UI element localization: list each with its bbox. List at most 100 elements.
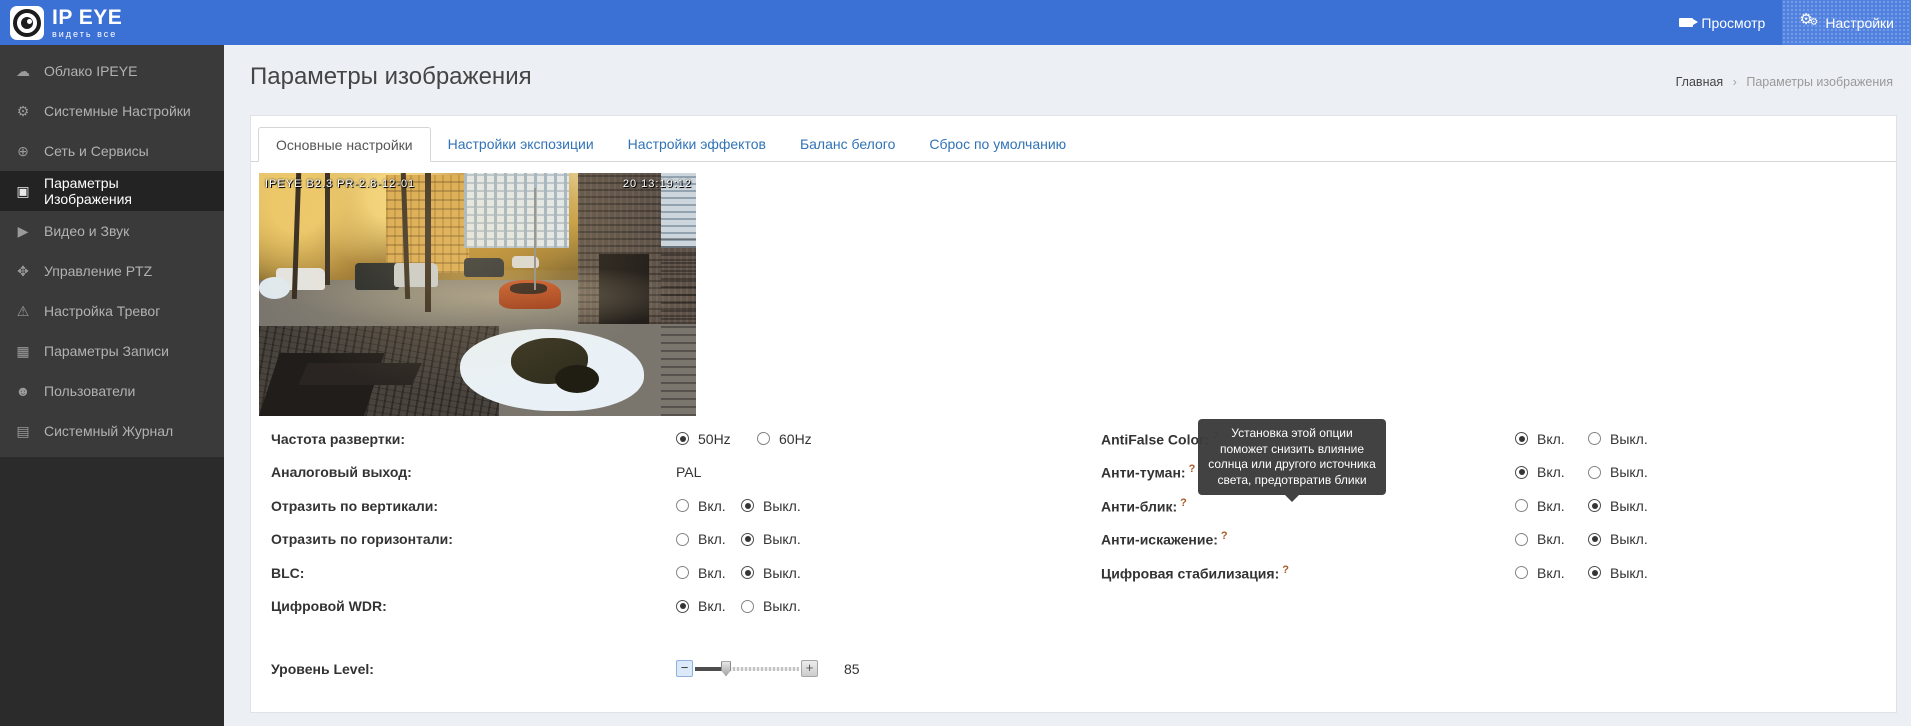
flip-vertical-option-0[interactable]: Вкл. — [676, 498, 741, 514]
row-label-text: Анти-блик: — [1101, 499, 1177, 515]
blc-radio-on[interactable] — [676, 566, 689, 579]
anti-distortion-radio-off[interactable] — [1588, 533, 1601, 546]
digital-wdr-radio-on[interactable] — [676, 600, 689, 613]
tab-main[interactable]: Основные настройки — [258, 127, 431, 162]
row-label-text: Частота развертки: — [271, 431, 405, 447]
flip-horizontal-option-0[interactable]: Вкл. — [676, 531, 741, 547]
tab-effects[interactable]: Настройки эффектов — [611, 127, 783, 162]
radio-option-label: 50Hz — [698, 431, 731, 447]
tab-white-balance[interactable]: Баланс белого — [783, 127, 912, 162]
sidebar-item-image-params[interactable]: ▣Параметры Изображения — [0, 171, 224, 211]
digital-stabilization-option-1[interactable]: Выкл. — [1588, 565, 1661, 581]
digital-wdr-option-1[interactable]: Выкл. — [741, 598, 806, 614]
help-question-mark[interactable]: ? — [1180, 497, 1187, 509]
row-scan-frequency: Частота развертки: 50Hz 60Hz — [271, 422, 860, 456]
blc-option-1[interactable]: Выкл. — [741, 565, 806, 581]
header-nav: Просмотр ⚙⚙Настройки — [1662, 0, 1911, 45]
antifalse-color-option-1[interactable]: Выкл. — [1588, 431, 1661, 447]
breadcrumb: Главная › Параметры изображения — [1676, 75, 1893, 89]
row-anti-distortion: Анти-искажение:?Вкл.Выкл. — [1101, 523, 1661, 557]
sidebar-item-cloud[interactable]: ☁Облако IPEYE — [0, 51, 224, 91]
row-label-flip-horizontal: Отразить по горизонтали: — [271, 531, 676, 547]
blc-radio-off[interactable] — [741, 566, 754, 579]
radio-option-label: Выкл. — [1610, 565, 1648, 581]
antifalse-color-radio-off[interactable] — [1588, 432, 1601, 445]
anti-distortion-option-1[interactable]: Выкл. — [1588, 531, 1661, 547]
sidebar-item-label: Сеть и Сервисы — [44, 143, 149, 159]
header-nav-view[interactable]: Просмотр — [1662, 0, 1782, 45]
flip-horizontal-option-1[interactable]: Выкл. — [741, 531, 806, 547]
sidebar-item-label: Системный Журнал — [44, 423, 173, 439]
row-level: Уровень Level:−+85 — [271, 652, 860, 686]
record-icon: ▦ — [14, 343, 32, 360]
tab-reset-defaults[interactable]: Сброс по умолчанию — [912, 127, 1083, 162]
radio-option-label: Выкл. — [763, 598, 801, 614]
sidebar-item-users[interactable]: ☻Пользователи — [0, 371, 224, 411]
anti-distortion-radio-on[interactable] — [1515, 533, 1528, 546]
sidebar-item-syslog[interactable]: ▤Системный Журнал — [0, 411, 224, 451]
anti-fog-radio-on[interactable] — [1515, 466, 1528, 479]
antifalse-color-radio-on[interactable] — [1515, 432, 1528, 445]
digital-stabilization-radio-on[interactable] — [1515, 566, 1528, 579]
row-flip-horizontal: Отразить по горизонтали:Вкл.Выкл. — [271, 523, 860, 557]
ptz-move-icon: ✥ — [14, 263, 32, 280]
radio-option-label: Вкл. — [698, 565, 726, 581]
scan-frequency-radio-on[interactable] — [676, 432, 689, 445]
flip-vertical-radio-on[interactable] — [676, 499, 689, 512]
row-label-text: Анти-туман: — [1101, 465, 1186, 481]
row-digital-stabilization: Цифровая стабилизация:? Вкл. Выкл. — [1101, 556, 1661, 590]
radio-option-label: Вкл. — [1537, 498, 1565, 514]
level-slider-track[interactable] — [695, 660, 799, 677]
preview-overlay-title: IPEYE B2.3 PR-2.8-12-01 — [265, 178, 415, 190]
sidebar-menu: ☁Облако IPEYE⚙Системные Настройки⊕Сеть и… — [0, 45, 224, 457]
blc-option-0[interactable]: Вкл. — [676, 565, 741, 581]
digital-wdr-radio-off[interactable] — [741, 600, 754, 613]
sidebar-item-network-services[interactable]: ⊕Сеть и Сервисы — [0, 131, 224, 171]
anti-glare-option-1[interactable]: Выкл. — [1588, 498, 1661, 514]
row-label-digital-wdr: Цифровой WDR: — [271, 598, 676, 614]
gears-icon: ⚙ — [14, 103, 32, 120]
anti-fog-option-0[interactable]: Вкл. — [1515, 464, 1588, 480]
cloud-icon: ☁ — [14, 63, 32, 80]
anti-glare-radio-on[interactable] — [1515, 499, 1528, 512]
help-question-mark[interactable]: ? — [1189, 463, 1196, 475]
anti-distortion-option-0[interactable]: Вкл. — [1515, 531, 1588, 547]
scan-frequency-option-1[interactable]: 60Hz — [757, 431, 822, 447]
anti-glare-radio-off[interactable] — [1588, 499, 1601, 512]
sidebar-item-ptz[interactable]: ✥Управление PTZ — [0, 251, 224, 291]
tab-exposure[interactable]: Настройки экспозиции — [431, 127, 611, 162]
row-label-text: Уровень Level: — [271, 661, 374, 677]
help-question-mark[interactable]: ? — [1282, 564, 1289, 576]
row-label-anti-distortion: Анти-искажение:? — [1101, 530, 1515, 548]
anti-glare-option-0[interactable]: Вкл. — [1515, 498, 1588, 514]
preview-sun-glow — [259, 173, 696, 416]
level-slider-decrement-button[interactable]: − — [676, 660, 693, 677]
sidebar-item-system-settings[interactable]: ⚙Системные Настройки — [0, 91, 224, 131]
digital-stabilization-option-0[interactable]: Вкл. — [1515, 565, 1588, 581]
scan-frequency-option-0[interactable]: 50Hz — [676, 431, 757, 447]
digital-stabilization-radio-off[interactable] — [1588, 566, 1601, 579]
digital-wdr-option-0[interactable]: Вкл. — [676, 598, 741, 614]
flip-vertical-radio-off[interactable] — [741, 499, 754, 512]
sidebar-item-video-audio[interactable]: ▶Видео и Звук — [0, 211, 224, 251]
flip-horizontal-radio-on[interactable] — [676, 533, 689, 546]
flip-horizontal-radio-off[interactable] — [741, 533, 754, 546]
page-title: Параметры изображения — [250, 63, 1895, 91]
sidebar-item-record-params[interactable]: ▦Параметры Записи — [0, 331, 224, 371]
breadcrumb-home[interactable]: Главная — [1676, 75, 1724, 89]
level-slider-increment-button[interactable]: + — [801, 660, 818, 677]
radio-option-label: Вкл. — [698, 498, 726, 514]
help-question-mark[interactable]: ? — [1221, 530, 1228, 542]
header-nav-settings[interactable]: ⚙⚙Настройки — [1782, 0, 1911, 45]
video-camera-icon — [1679, 18, 1693, 27]
anti-fog-radio-off[interactable] — [1588, 466, 1601, 479]
scan-frequency-radio-off[interactable] — [757, 432, 770, 445]
radio-option-label: Вкл. — [698, 598, 726, 614]
level-slider-thumb[interactable] — [721, 661, 731, 676]
row-label-text: Цифровая стабилизация: — [1101, 566, 1279, 582]
anti-fog-option-1[interactable]: Выкл. — [1588, 464, 1661, 480]
sidebar-item-alarms[interactable]: ⚠Настройка Тревог — [0, 291, 224, 331]
antifalse-color-option-0[interactable]: Вкл. — [1515, 431, 1588, 447]
header-nav-label: Просмотр — [1701, 15, 1765, 31]
flip-vertical-option-1[interactable]: Выкл. — [741, 498, 806, 514]
